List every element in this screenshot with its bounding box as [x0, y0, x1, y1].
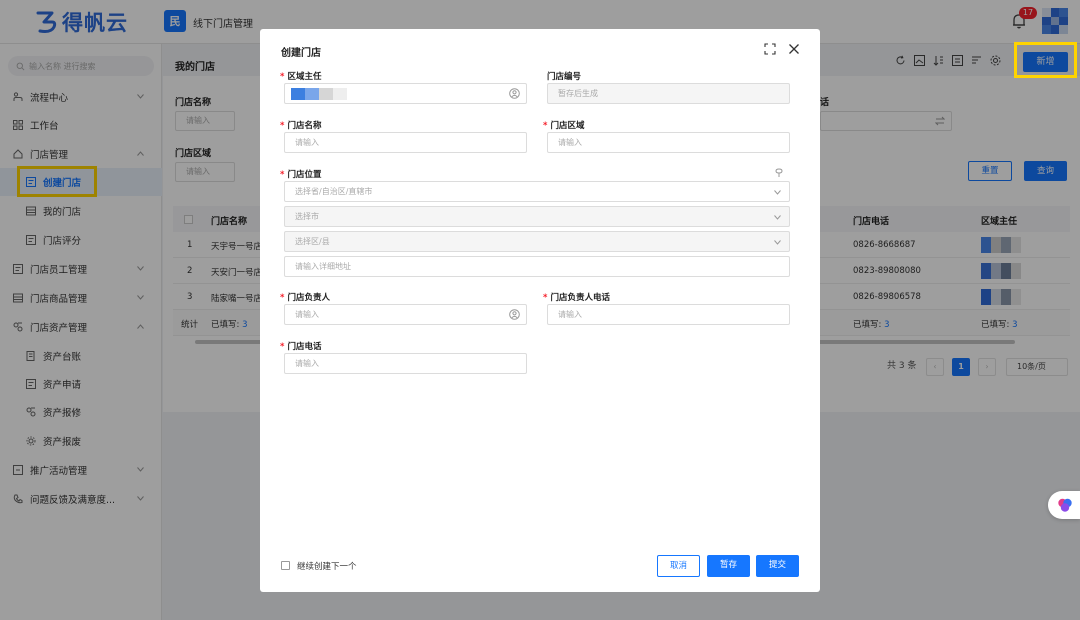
chevron-down-icon [774, 215, 781, 220]
store-area-label-text: 门店区域 [550, 121, 585, 131]
address-input[interactable]: 请输入详细地址 [284, 256, 790, 277]
store-area-label: * 门店区域 [543, 121, 585, 131]
submit-button[interactable]: 提交 [756, 555, 799, 577]
chevron-down-icon [774, 190, 781, 195]
store-manager-input[interactable]: 请输入 [284, 304, 527, 325]
store-manager-label: * 门店负责人 [280, 293, 330, 303]
dialog-title: 创建门店 [281, 48, 321, 59]
store-phone-label: * 门店电话 [280, 342, 322, 352]
close-icon[interactable] [788, 43, 800, 55]
area-director-label-text: 区域主任 [287, 72, 322, 82]
create-store-dialog: 创建门店 * 区域主任 门店编号 暂存后生成 * 门店名称 请输入 * 门店区域 请输… [260, 29, 820, 592]
store-code-field: 暂存后生成 [547, 83, 790, 104]
province-placeholder: 选择省/自治区/直辖市 [295, 187, 373, 196]
fullscreen-icon[interactable] [764, 43, 776, 55]
store-phone-input[interactable]: 请输入 [284, 353, 527, 374]
store-location-label: * 门店位置 [280, 170, 322, 180]
store-phone-label-text: 门店电话 [287, 342, 322, 352]
store-area-input[interactable]: 请输入 [547, 132, 790, 153]
chevron-down-icon [774, 240, 781, 245]
manager-phone-label: * 门店负责人电话 [543, 293, 610, 303]
area-director-field[interactable] [284, 83, 527, 104]
user-select-icon[interactable] [509, 309, 520, 320]
map-pin-icon[interactable] [774, 168, 784, 178]
manager-phone-label-text: 门店负责人电话 [550, 293, 610, 303]
store-location-label-text: 门店位置 [287, 170, 322, 180]
store-manager-label-text: 门店负责人 [287, 293, 330, 303]
district-select[interactable]: 选择区/县 [284, 231, 790, 252]
continue-create-label: 继续创建下一个 [297, 562, 357, 572]
area-director-label: * 区域主任 [280, 72, 322, 82]
avatar [291, 88, 347, 100]
cancel-button[interactable]: 取消 [657, 555, 700, 577]
assistant-icon [1058, 498, 1072, 512]
continue-create-checkbox[interactable] [281, 561, 290, 570]
highlight-frame [1014, 42, 1077, 78]
store-manager-placeholder: 请输入 [295, 310, 319, 319]
city-select[interactable]: 选择市 [284, 206, 790, 227]
store-code-label: 门店编号 [547, 72, 582, 82]
save-draft-button[interactable]: 暂存 [707, 555, 750, 577]
province-select[interactable]: 选择省/自治区/直辖市 [284, 181, 790, 202]
store-name-input[interactable]: 请输入 [284, 132, 527, 153]
store-name-label-text: 门店名称 [287, 121, 322, 131]
manager-phone-input[interactable]: 请输入 [547, 304, 790, 325]
city-placeholder: 选择市 [295, 212, 319, 221]
user-select-icon[interactable] [509, 88, 520, 99]
store-name-label: * 门店名称 [280, 121, 322, 131]
district-placeholder: 选择区/县 [295, 237, 330, 246]
assistant-float-button[interactable] [1048, 491, 1080, 519]
